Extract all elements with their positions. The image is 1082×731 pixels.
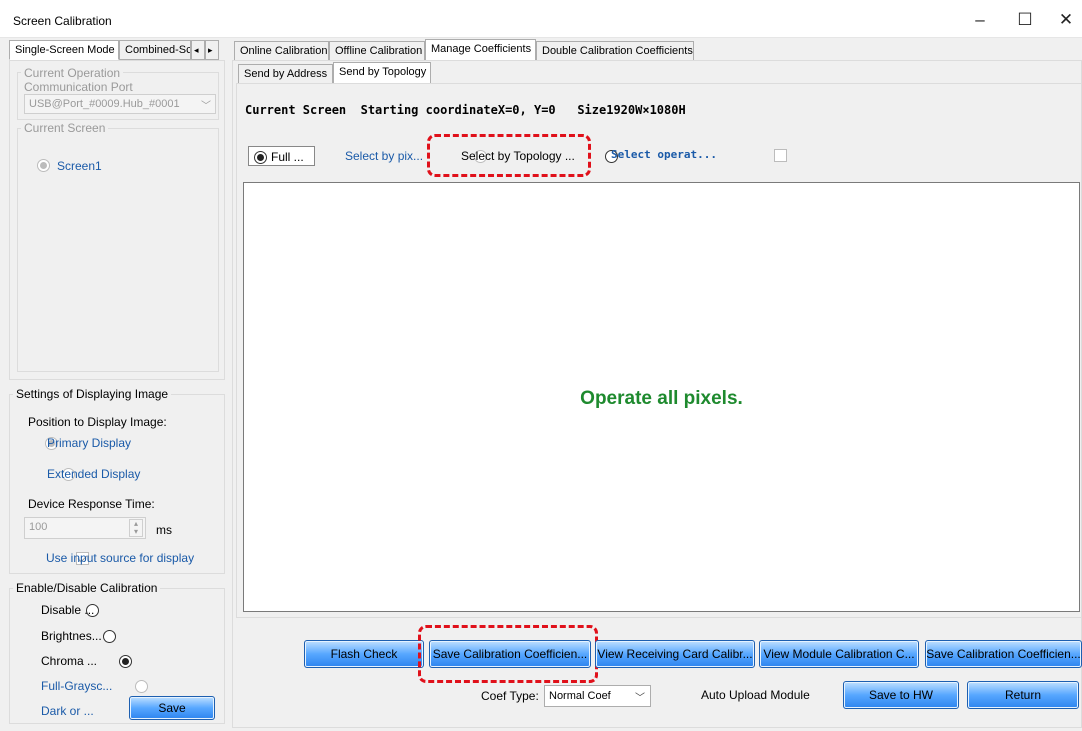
calibration-legend: Enable/Disable Calibration (13, 581, 161, 595)
position-label: Position to Display Image: (28, 415, 167, 429)
stepper-arrows-icon[interactable]: ▴ ▾ (129, 519, 143, 537)
select-by-pixel-label: Select by pix... (345, 149, 424, 163)
tab-double-calibration[interactable]: Double Calibration Coefficients (536, 41, 694, 61)
chevron-down-icon: ﹀ (201, 101, 211, 112)
display-settings-legend: Settings of Displaying Image (13, 387, 172, 401)
view-module-calibration-button[interactable]: View Module Calibration C... (759, 640, 919, 668)
select-by-topology-label: Select by Topology ... (461, 149, 575, 163)
tab-manage-coefficients[interactable]: Manage Coefficients (425, 39, 536, 61)
brightness-radio[interactable] (102, 630, 116, 644)
current-screen-legend: Current Screen (21, 121, 109, 135)
subtab-send-by-address[interactable]: Send by Address (238, 64, 333, 84)
tab-offline-calibration[interactable]: Offline Calibration (329, 41, 425, 61)
select-operation-checkbox[interactable] (773, 149, 787, 163)
use-input-source-label: Use input source for display (46, 551, 195, 565)
screen1-label: Screen1 (57, 159, 102, 173)
view-receiving-card-button[interactable]: View Receiving Card Calibr... (595, 640, 755, 668)
response-time-value: 100 (29, 521, 48, 533)
disable-label: Disable ... (41, 603, 95, 617)
close-button[interactable]: ✕ (1050, 6, 1082, 34)
title-bar: Screen Calibration – ☐ ✕ (0, 0, 1082, 38)
current-operation-legend: Current Operation (21, 66, 124, 80)
save-calibration-coefficient-2-button[interactable]: Save Calibration Coefficien... (925, 640, 1082, 668)
coef-type-label: Coef Type: (481, 689, 539, 703)
tab-scroll-left-icon[interactable]: ◂ (191, 40, 205, 60)
communication-port-value: USB@Port_#0009.Hub_#0001 (29, 98, 180, 110)
communication-port-label: Communication Port (24, 80, 133, 94)
tab-scroll-right-icon[interactable]: ▸ (205, 40, 219, 60)
save-calibration-coefficient-button[interactable]: Save Calibration Coefficien... (429, 640, 591, 668)
save-to-hw-button[interactable]: Save to HW (843, 681, 959, 709)
full-grayscale-label: Full-Graysc... (41, 679, 113, 693)
full-label: Full ... (271, 150, 304, 164)
maximize-button[interactable]: ☐ (1005, 6, 1045, 34)
full-radio[interactable] (254, 151, 267, 165)
response-time-stepper[interactable]: 100 ▴ ▾ (24, 517, 146, 539)
communication-port-select[interactable]: USB@Port_#0009.Hub_#0001 ﹀ (24, 94, 216, 114)
full-option-box[interactable]: Full ... (248, 146, 315, 166)
pixel-canvas[interactable]: Operate all pixels. (243, 182, 1080, 612)
subtab-send-by-topology[interactable]: Send by Topology (333, 62, 431, 84)
coef-type-value: Normal Coef (549, 690, 611, 702)
auto-upload-label: Auto Upload Module (701, 688, 810, 702)
calibration-save-button[interactable]: Save (129, 696, 215, 720)
tab-combined-screen[interactable]: Combined-Sc (119, 40, 191, 60)
return-button[interactable]: Return (967, 681, 1079, 709)
chroma-label: Chroma ... (41, 654, 98, 668)
tab-online-calibration[interactable]: Online Calibration (234, 41, 329, 61)
select-operation-label: Select operat... (611, 148, 717, 161)
ms-label: ms (156, 523, 172, 537)
coef-type-select[interactable]: Normal Coef ﹀ (544, 685, 651, 707)
brightness-label: Brightnes... (41, 629, 102, 643)
primary-display-label: Primary Display (47, 436, 132, 450)
canvas-message: Operate all pixels. (580, 388, 743, 409)
minimize-button[interactable]: – (960, 6, 1000, 34)
flash-check-button[interactable]: Flash Check (304, 640, 424, 668)
tab-single-screen[interactable]: Single-Screen Mode (9, 40, 119, 60)
chevron-down-icon: ﹀ (635, 693, 645, 704)
window-title: Screen Calibration (13, 14, 112, 28)
response-time-label: Device Response Time: (28, 497, 155, 511)
dark-label: Dark or ... (41, 704, 94, 718)
screen-info: Current Screen Starting coordinateX=0, Y… (245, 103, 686, 117)
extended-display-label: Extended Display (47, 467, 141, 481)
